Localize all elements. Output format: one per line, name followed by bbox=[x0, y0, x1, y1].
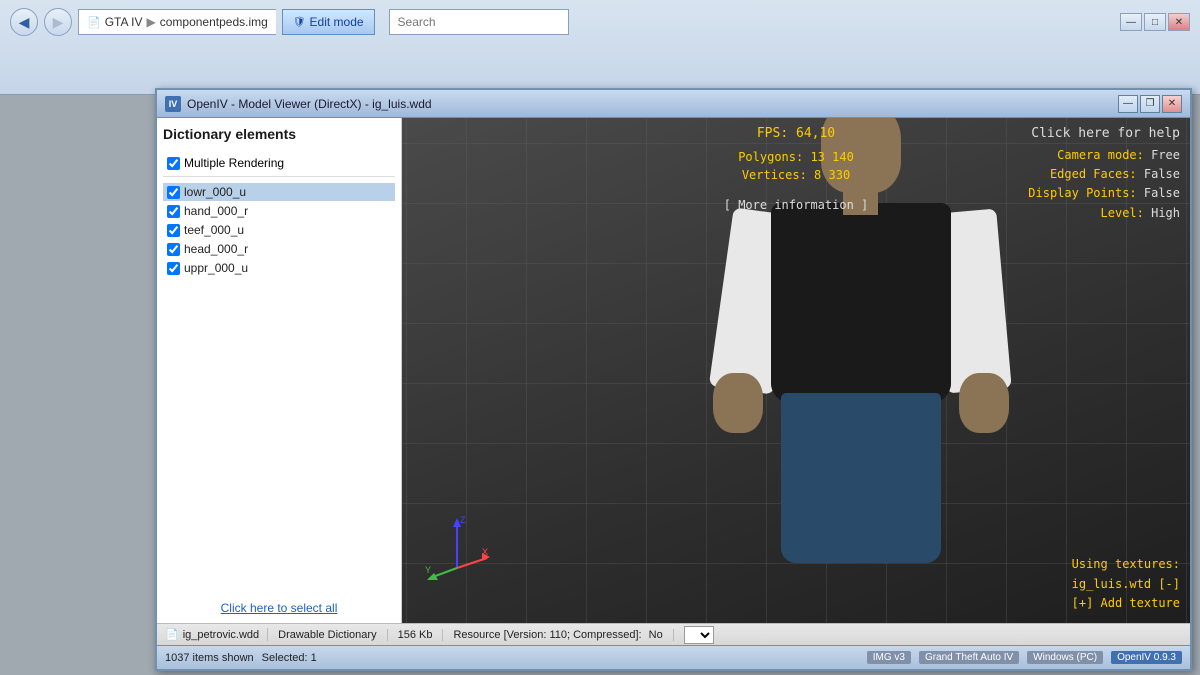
uppr-label: uppr_000_u bbox=[184, 261, 248, 275]
openiv-window: IV OpenIV - Model Viewer (DirectX) - ig_… bbox=[155, 88, 1192, 671]
lowr-label: lowr_000_u bbox=[184, 185, 246, 199]
browser-restore-button[interactable]: □ bbox=[1144, 13, 1166, 31]
openiv-titlebar: IV OpenIV - Model Viewer (DirectX) - ig_… bbox=[157, 90, 1190, 118]
svg-text:Z: Z bbox=[460, 515, 466, 525]
status-file: 📄 ig_petrovic.wdd bbox=[157, 628, 268, 641]
browser-chrome: ◀ ▶ 📄 GTA IV ▶ componentpeds.img 🛡 Edit … bbox=[0, 0, 1200, 95]
status-bar: 📄 ig_petrovic.wdd Drawable Dictionary 15… bbox=[157, 623, 1190, 645]
hand-checkbox[interactable] bbox=[167, 205, 180, 218]
texture-file[interactable]: ig_luis.wtd [-] bbox=[1072, 575, 1180, 594]
status-dropdown-area bbox=[674, 626, 720, 644]
dict-title: Dictionary elements bbox=[163, 126, 395, 146]
status-filename: ig_petrovic.wdd bbox=[183, 629, 259, 641]
polygons-label: Polygons: 13 140 bbox=[738, 148, 854, 166]
axis-indicator: Z X Y bbox=[422, 513, 492, 583]
svg-text:X: X bbox=[482, 547, 488, 557]
using-textures-label: Using textures: bbox=[1072, 555, 1180, 574]
browser-window-controls: — □ ✕ bbox=[1120, 13, 1190, 31]
viewport[interactable]: Z X Y FPS: 64,10 Polygons: 13 140 Vertic… bbox=[402, 118, 1190, 623]
openiv-close-button[interactable]: ✕ bbox=[1162, 95, 1182, 113]
char-hand-right bbox=[959, 373, 1009, 433]
openiv-content: Dictionary elements Multiple Rendering l… bbox=[157, 118, 1190, 623]
hand-label: hand_000_r bbox=[184, 204, 248, 218]
tag-openiv: OpenIV 0.9.3 bbox=[1111, 651, 1182, 664]
char-legs bbox=[781, 393, 941, 563]
teef-checkbox[interactable] bbox=[167, 224, 180, 237]
edit-mode-button[interactable]: 🛡 Edit mode bbox=[282, 9, 375, 35]
bottom-bar: 1037 items shown Selected: 1 IMG v3 Gran… bbox=[157, 645, 1190, 669]
camera-info: Camera mode: Free Edged Faces: False Dis… bbox=[1028, 146, 1180, 223]
character-model bbox=[691, 118, 1041, 563]
openiv-window-controls: — ❐ ✕ bbox=[1118, 95, 1182, 113]
uppr-checkbox[interactable] bbox=[167, 262, 180, 275]
openiv-minimize-button[interactable]: — bbox=[1118, 95, 1138, 113]
forward-button[interactable]: ▶ bbox=[44, 8, 72, 36]
items-shown: 1037 items shown bbox=[165, 652, 254, 664]
polygon-info: Polygons: 13 140 Vertices: 8 330 bbox=[738, 148, 854, 184]
breadcrumb: 📄 GTA IV ▶ componentpeds.img bbox=[78, 9, 276, 35]
help-link[interactable]: Click here for help bbox=[1031, 126, 1180, 141]
browser-close-button[interactable]: ✕ bbox=[1168, 13, 1190, 31]
list-item[interactable]: lowr_000_u bbox=[163, 183, 395, 201]
add-texture-link[interactable]: [+] Add texture bbox=[1072, 594, 1180, 613]
tag-img-v3: IMG v3 bbox=[867, 651, 911, 664]
lowr-checkbox[interactable] bbox=[167, 186, 180, 199]
multiple-rendering-item: Multiple Rendering bbox=[163, 154, 395, 177]
teef-label: teef_000_u bbox=[184, 223, 244, 237]
fps-display: FPS: 64,10 bbox=[757, 126, 835, 141]
openiv-restore-button[interactable]: ❐ bbox=[1140, 95, 1160, 113]
list-item[interactable]: uppr_000_u bbox=[163, 259, 395, 277]
status-size: 156 Kb bbox=[388, 629, 444, 641]
openiv-icon: IV bbox=[165, 96, 181, 112]
head-label: head_000_r bbox=[184, 242, 248, 256]
search-input[interactable] bbox=[389, 9, 569, 35]
status-dropdown[interactable] bbox=[684, 626, 714, 644]
svg-text:Y: Y bbox=[425, 565, 431, 575]
multiple-rendering-checkbox[interactable] bbox=[167, 157, 180, 170]
status-type: Drawable Dictionary bbox=[268, 629, 387, 641]
tag-windows: Windows (PC) bbox=[1027, 651, 1103, 664]
multiple-rendering-label: Multiple Rendering bbox=[184, 156, 284, 170]
head-checkbox[interactable] bbox=[167, 243, 180, 256]
list-item[interactable]: teef_000_u bbox=[163, 221, 395, 239]
list-item[interactable]: hand_000_r bbox=[163, 202, 395, 220]
tag-gta-iv: Grand Theft Auto IV bbox=[919, 651, 1019, 664]
texture-info: Using textures: ig_luis.wtd [-] [+] Add … bbox=[1072, 555, 1180, 613]
left-panel: Dictionary elements Multiple Rendering l… bbox=[157, 118, 402, 623]
more-info-link[interactable]: [ More information ] bbox=[724, 198, 869, 212]
list-item[interactable]: head_000_r bbox=[163, 240, 395, 258]
browser-minimize-button[interactable]: — bbox=[1120, 13, 1142, 31]
vertices-label: Vertices: 8 330 bbox=[738, 166, 854, 184]
file-icon: 📄 bbox=[165, 628, 179, 641]
char-torso bbox=[771, 203, 951, 403]
selected-count: Selected: 1 bbox=[262, 652, 317, 664]
select-all-link[interactable]: Click here to select all bbox=[163, 593, 395, 615]
openiv-title: OpenIV - Model Viewer (DirectX) - ig_lui… bbox=[187, 97, 1112, 111]
back-button[interactable]: ◀ bbox=[10, 8, 38, 36]
char-hand-left bbox=[713, 373, 763, 433]
status-resource: Resource [Version: 110; Compressed]: No bbox=[443, 629, 673, 641]
